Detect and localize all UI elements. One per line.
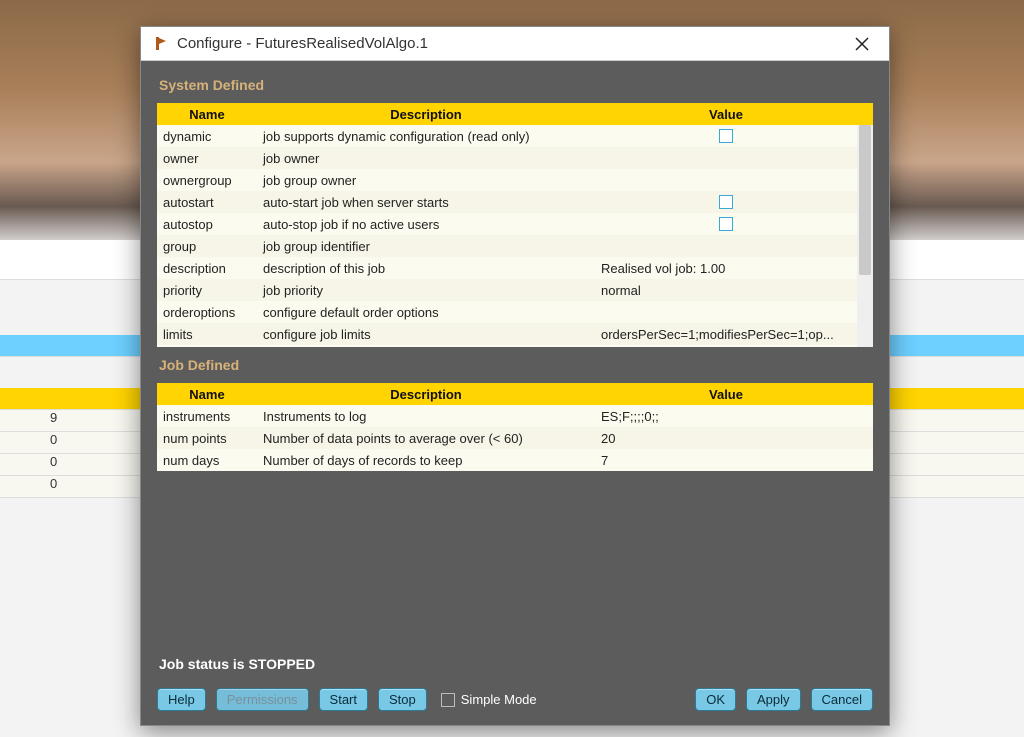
- window-title: Configure - FuturesRealisedVolAlgo.1: [177, 35, 845, 52]
- cell-name: dynamic: [157, 125, 257, 147]
- simple-mode-toggle[interactable]: Simple Mode: [441, 692, 537, 707]
- cell-name: autostop: [157, 213, 257, 235]
- table-row[interactable]: priorityjob prioritynormal: [157, 279, 873, 301]
- configure-dialog: Configure - FuturesRealisedVolAlgo.1 Sys…: [140, 26, 890, 726]
- stop-button[interactable]: Stop: [378, 688, 427, 711]
- cell-value[interactable]: [595, 147, 857, 169]
- cancel-button[interactable]: Cancel: [811, 688, 873, 711]
- cell-name: autostart: [157, 191, 257, 213]
- table-row[interactable]: ownerjob owner: [157, 147, 873, 169]
- cell-desc: Instruments to log: [257, 405, 595, 427]
- cell-desc: auto-start job when server starts: [257, 191, 595, 213]
- table-row[interactable]: instrumentsInstruments to logES;F;;;;0;;: [157, 405, 873, 427]
- start-button[interactable]: Start: [319, 688, 368, 711]
- dialog-button-row: Help Permissions Start Stop Simple Mode …: [157, 688, 873, 715]
- cell-name: description: [157, 257, 257, 279]
- close-button[interactable]: [845, 29, 879, 59]
- scrollbar-thumb[interactable]: [859, 125, 871, 275]
- checkbox-icon: [441, 693, 455, 707]
- system-defined-label: System Defined: [159, 77, 873, 93]
- cell-value[interactable]: 7: [595, 449, 857, 471]
- cell-value[interactable]: [595, 169, 857, 191]
- cell-desc: Number of days of records to keep: [257, 449, 595, 471]
- permissions-button[interactable]: Permissions: [216, 688, 309, 711]
- cell-value[interactable]: Realised vol job: 1.00: [595, 257, 857, 279]
- col-value: Value: [595, 383, 857, 405]
- cell-desc: job owner: [257, 147, 595, 169]
- cell-value[interactable]: [595, 213, 857, 235]
- cell-name: limits: [157, 323, 257, 345]
- cell-desc: Number of data points to average over (<…: [257, 427, 595, 449]
- table-row[interactable]: groupjob group identifier: [157, 235, 873, 257]
- cell-value[interactable]: ordersPerSec=1;modifiesPerSec=1;op...: [595, 323, 857, 345]
- system-defined-grid[interactable]: Name Description Value dynamicjob suppor…: [157, 103, 873, 347]
- cell-name: num points: [157, 427, 257, 449]
- cell-name: instruments: [157, 405, 257, 427]
- cell-value[interactable]: normal: [595, 279, 857, 301]
- cell-desc: auto-stop job if no active users: [257, 213, 595, 235]
- cell-desc: description of this job: [257, 257, 595, 279]
- cell-desc: configure default order options: [257, 301, 595, 323]
- table-row[interactable]: autostopauto-stop job if no active users: [157, 213, 873, 235]
- cell-desc: job priority: [257, 279, 595, 301]
- cell-value[interactable]: [595, 345, 857, 347]
- table-row[interactable]: num daysNumber of days of records to kee…: [157, 449, 873, 471]
- cell-desc: configure job limits: [257, 323, 595, 345]
- table-row[interactable]: ownergroupjob group owner: [157, 169, 873, 191]
- cell-name: priority: [157, 279, 257, 301]
- cell-desc: in 'testmode' orders are not submitted: [257, 345, 595, 347]
- table-row[interactable]: dynamicjob supports dynamic configuratio…: [157, 125, 873, 147]
- col-desc: Description: [257, 103, 595, 125]
- cell-name: group: [157, 235, 257, 257]
- cell-value[interactable]: [595, 235, 857, 257]
- cell-name: testmode: [157, 345, 257, 347]
- checkbox-icon[interactable]: [719, 129, 733, 143]
- table-row[interactable]: descriptiondescription of this jobRealis…: [157, 257, 873, 279]
- col-value: Value: [595, 103, 857, 125]
- col-name: Name: [157, 103, 257, 125]
- cell-desc: job group identifier: [257, 235, 595, 257]
- table-row[interactable]: limitsconfigure job limitsordersPerSec=1…: [157, 323, 873, 345]
- cell-value[interactable]: [595, 301, 857, 323]
- col-desc: Description: [257, 383, 595, 405]
- titlebar: Configure - FuturesRealisedVolAlgo.1: [141, 27, 889, 61]
- ok-button[interactable]: OK: [695, 688, 736, 711]
- cell-name: ownergroup: [157, 169, 257, 191]
- apply-button[interactable]: Apply: [746, 688, 801, 711]
- cell-value[interactable]: 20: [595, 427, 857, 449]
- cell-value[interactable]: ES;F;;;;0;;: [595, 405, 857, 427]
- cell-name: orderoptions: [157, 301, 257, 323]
- table-row[interactable]: testmodein 'testmode' orders are not sub…: [157, 345, 873, 347]
- col-name: Name: [157, 383, 257, 405]
- cell-value[interactable]: [595, 125, 857, 147]
- system-grid-header: Name Description Value: [157, 103, 873, 125]
- cell-desc: job supports dynamic configuration (read…: [257, 125, 595, 147]
- cell-desc: job group owner: [257, 169, 595, 191]
- table-row[interactable]: num pointsNumber of data points to avera…: [157, 427, 873, 449]
- system-grid-scrollbar[interactable]: [857, 125, 873, 347]
- simple-mode-label: Simple Mode: [461, 692, 537, 707]
- cell-name: owner: [157, 147, 257, 169]
- table-row[interactable]: orderoptionsconfigure default order opti…: [157, 301, 873, 323]
- app-icon: [151, 35, 169, 53]
- cell-name: num days: [157, 449, 257, 471]
- checkbox-icon[interactable]: [719, 217, 733, 231]
- job-defined-label: Job Defined: [159, 357, 873, 373]
- job-grid-header: Name Description Value: [157, 383, 873, 405]
- cell-value[interactable]: [595, 191, 857, 213]
- checkbox-icon[interactable]: [719, 195, 733, 209]
- desktop-backdrop: 9 0 0 0 Configure - FuturesRealisedVolAl…: [0, 0, 1024, 737]
- job-status: Job status is STOPPED: [159, 656, 873, 672]
- close-icon: [855, 37, 869, 51]
- help-button[interactable]: Help: [157, 688, 206, 711]
- table-row[interactable]: autostartauto-start job when server star…: [157, 191, 873, 213]
- job-defined-grid[interactable]: Name Description Value instrumentsInstru…: [157, 383, 873, 471]
